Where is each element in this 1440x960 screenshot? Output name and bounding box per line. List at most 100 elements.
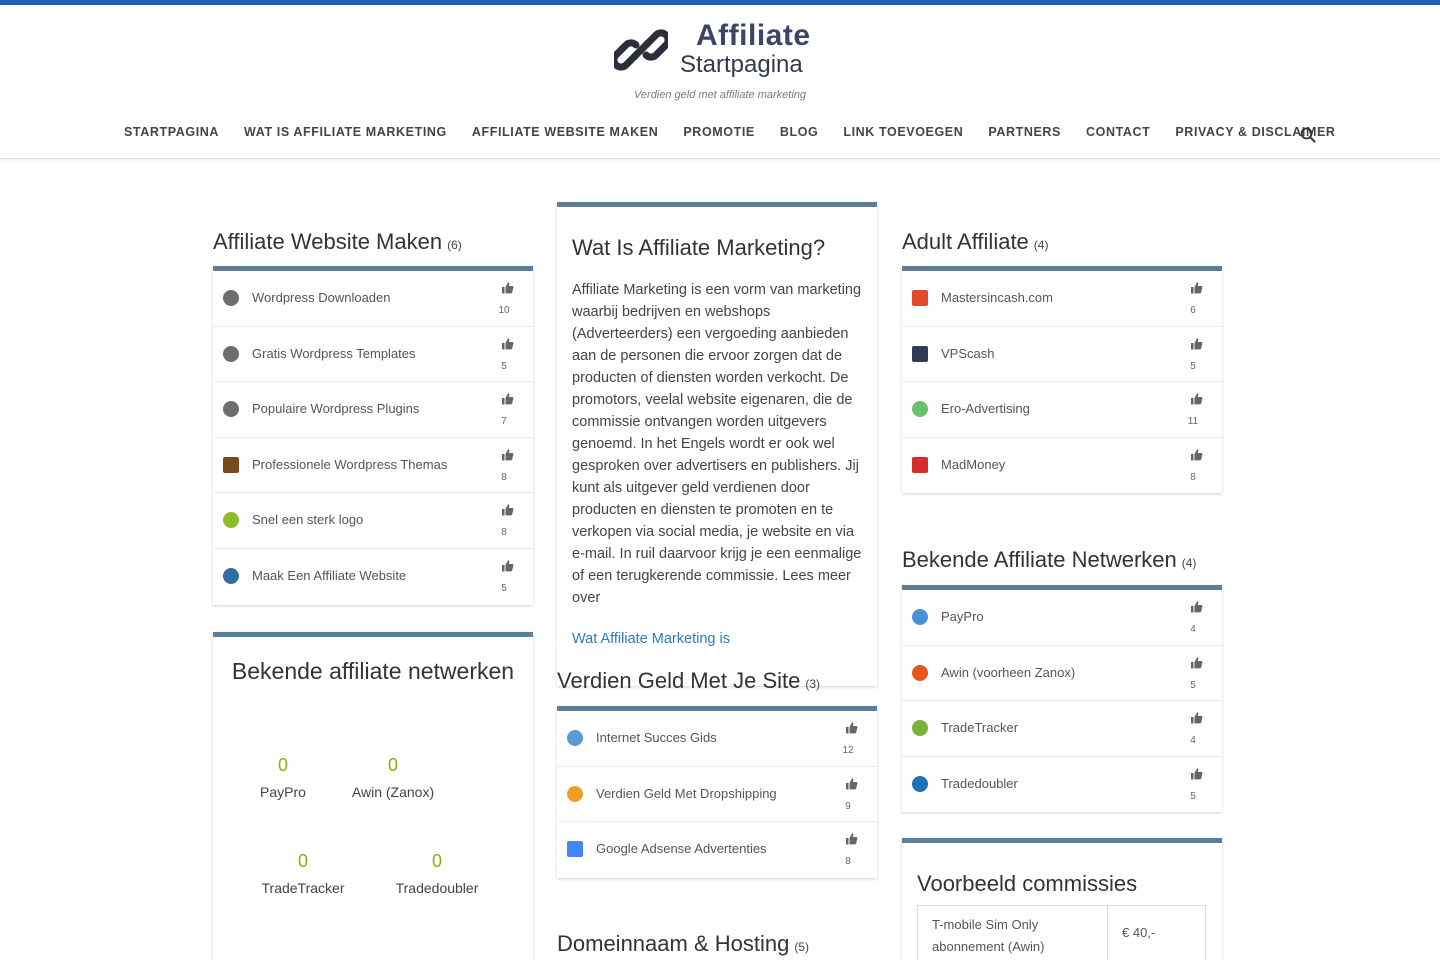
list-item-label: Populaire Wordpress Plugins <box>252 401 420 417</box>
madmoney-icon <box>912 456 928 473</box>
nav-promotie[interactable]: PROMOTIE <box>683 125 754 139</box>
list-item[interactable]: Internet Succes Gids 12 <box>557 711 877 767</box>
list-item[interactable]: Verdien Geld Met Dropshipping 9 <box>557 767 877 823</box>
tradetracker-icon <box>912 720 928 737</box>
chain-link-icon <box>223 567 239 584</box>
thumbs-up-icon[interactable] <box>1190 656 1203 669</box>
list-item[interactable]: Mastersincash.com 6 <box>902 271 1222 327</box>
logo-q-icon <box>223 512 239 529</box>
list-item[interactable]: Populaire Wordpress Plugins 7 <box>213 382 533 438</box>
list-item[interactable]: Awin (voorheen Zanox) 5 <box>902 646 1222 702</box>
search-icon[interactable] <box>1300 127 1316 143</box>
widget-body-text: Affiliate Marketing is een vorm van mark… <box>572 282 862 606</box>
vote-count: 12 <box>842 745 854 756</box>
list-item-label: Google Adsense Advertenties <box>596 841 767 857</box>
thumbs-up-icon[interactable] <box>845 777 858 790</box>
list-item[interactable]: Google Adsense Advertenties 8 <box>557 822 877 878</box>
section-title-domeinnaam-hosting[interactable]: Domeinnaam & Hosting (5) <box>557 931 809 957</box>
nav-wat-is-affiliate-marketing[interactable]: WAT IS AFFILIATE MARKETING <box>244 125 447 139</box>
adsense-icon <box>567 841 583 858</box>
section-title-text: Verdien Geld Met Je Site <box>557 668 801 693</box>
list-item-label: Maak Een Affiliate Website <box>252 567 407 583</box>
list-item[interactable]: MadMoney 8 <box>902 438 1222 494</box>
thumbs-up-icon[interactable] <box>1190 448 1203 461</box>
counter-label: Tradedoubler <box>395 880 479 896</box>
read-more-link[interactable]: Wat Affiliate Marketing is <box>572 631 730 647</box>
network-counter: 0 TradeTracker <box>233 851 373 896</box>
list-item[interactable]: Tradedoubler 5 <box>902 757 1222 813</box>
awin-icon <box>912 664 928 681</box>
section-title-text: Bekende Affiliate Netwerken <box>902 547 1177 572</box>
list-item[interactable]: PayPro 4 <box>902 590 1222 646</box>
list-item[interactable]: Professionele Wordpress Themas 8 <box>213 438 533 494</box>
section-count: (4) <box>1181 556 1197 570</box>
wordpress-icon <box>223 401 239 418</box>
thumbs-up-icon[interactable] <box>501 337 514 350</box>
thumbs-up-icon[interactable] <box>1190 281 1203 294</box>
list-item[interactable]: Snel een sterk logo 8 <box>213 493 533 549</box>
section-title-affiliate-website-maken[interactable]: Affiliate Website Maken (6) <box>213 229 462 255</box>
vote-count: 7 <box>501 416 507 428</box>
list-item-label: VPScash <box>941 345 995 361</box>
nav-partners[interactable]: PARTNERS <box>988 125 1061 139</box>
thumbs-up-icon[interactable] <box>501 503 514 516</box>
list-item[interactable]: Wordpress Downloaden 10 <box>213 271 533 327</box>
vote-count: 11 <box>1187 416 1199 428</box>
wordpress-icon <box>223 290 239 306</box>
vote-count: 5 <box>501 360 507 372</box>
counter-value: 0 <box>431 851 442 871</box>
thumbs-up-icon[interactable] <box>845 832 858 845</box>
vote-count: 8 <box>845 856 851 868</box>
list-item[interactable]: Gratis Wordpress Templates 5 <box>213 327 533 383</box>
paypro-icon <box>912 609 928 625</box>
thumbs-up-icon[interactable] <box>1190 392 1203 405</box>
list-item-label: Snel een sterk logo <box>252 512 364 528</box>
section-title-text: Adult Affiliate <box>902 229 1029 254</box>
vote-count: 5 <box>1190 790 1196 802</box>
thumbs-up-icon[interactable] <box>845 721 858 734</box>
vote-count: 8 <box>501 527 507 539</box>
thumbs-up-icon[interactable] <box>501 392 514 405</box>
thumbs-up-icon[interactable] <box>1190 711 1203 724</box>
nav-startpagina[interactable]: STARTPAGINA <box>124 125 219 139</box>
section-count: (6) <box>447 238 462 252</box>
book-icon <box>567 730 583 746</box>
vote-count: 5 <box>501 582 507 594</box>
m-logo-icon <box>912 290 928 306</box>
list-item-label: Gratis Wordpress Templates <box>252 345 416 361</box>
thumbs-up-icon[interactable] <box>1190 767 1203 780</box>
list-item[interactable]: VPScash 5 <box>902 327 1222 383</box>
thumbs-up-icon[interactable] <box>1190 337 1203 350</box>
list-item[interactable]: TradeTracker 4 <box>902 701 1222 757</box>
site-logo[interactable]: Affiliate Startpagina <box>614 19 834 89</box>
network-counter: 0 Tradedoubler <box>367 851 507 896</box>
list-item-label: Mastersincash.com <box>941 290 1053 305</box>
list-item[interactable]: Maak Een Affiliate Website 5 <box>213 549 533 605</box>
list-item[interactable]: Ero-Advertising 11 <box>902 382 1222 438</box>
list-item-label: TradeTracker <box>941 720 1019 736</box>
section-count: (3) <box>805 677 821 691</box>
thumbs-up-icon[interactable] <box>501 281 514 294</box>
logo-subtitle: Startpagina <box>680 51 803 78</box>
widget-title: Voorbeeld commissies <box>917 871 1138 896</box>
thumbs-up-icon[interactable] <box>1190 600 1203 613</box>
section-title-verdien-geld[interactable]: Verdien Geld Met Je Site (3) <box>557 668 820 694</box>
list-item-label: Ero-Advertising <box>941 401 1030 417</box>
section-title-adult-affiliate[interactable]: Adult Affiliate (4) <box>902 229 1048 255</box>
vote-count: 6 <box>1190 305 1196 316</box>
section-title-bekende-affiliate-netwerken[interactable]: Bekende Affiliate Netwerken (4) <box>902 547 1196 573</box>
nav-link-toevoegen[interactable]: LINK TOEVOEGEN <box>843 125 963 139</box>
list-bekende-affiliate-netwerken: PayPro 4 Awin (voorheen Zanox) 5 TradeTr… <box>902 585 1222 813</box>
nav-blog[interactable]: BLOG <box>780 125 819 139</box>
widget-wat-is-affiliate-marketing: Wat Is Affiliate Marketing? Affiliate Ma… <box>557 202 877 686</box>
network-counter: 0 Awin (Zanox) <box>323 755 463 800</box>
list-item-label: Wordpress Downloaden <box>252 290 391 305</box>
thumbs-up-icon[interactable] <box>501 559 514 572</box>
vote-count: 8 <box>501 471 507 483</box>
nav-affiliate-website-maken[interactable]: AFFILIATE WEBSITE MAKEN <box>472 125 658 139</box>
list-item-label: PayPro <box>941 609 984 624</box>
list-item-label: Awin (voorheen Zanox) <box>941 664 1076 680</box>
thumbs-up-icon[interactable] <box>501 448 514 461</box>
widget-voorbeeld-commissies: Voorbeeld commissies T-mobile Sim Only a… <box>902 838 1222 960</box>
nav-contact[interactable]: CONTACT <box>1086 125 1150 139</box>
